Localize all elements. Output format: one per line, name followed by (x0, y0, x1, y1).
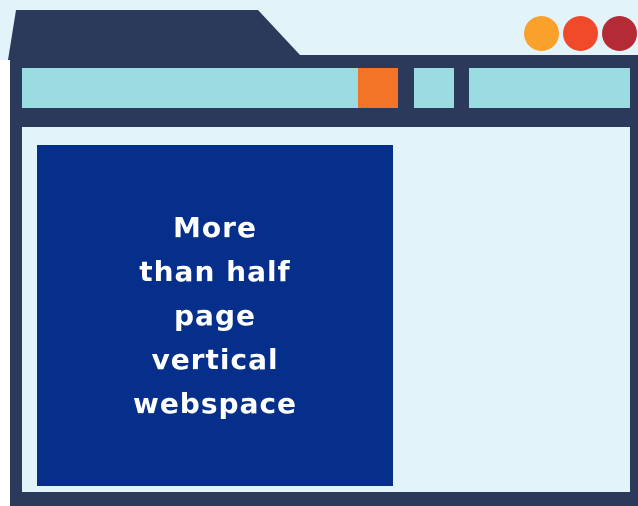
close-circle-icon[interactable] (602, 16, 637, 51)
browser-tab[interactable] (8, 10, 308, 60)
toolbar-accent-button[interactable] (358, 68, 398, 108)
minimize-circle-icon[interactable] (524, 16, 559, 51)
maximize-circle-icon[interactable] (563, 16, 598, 51)
toolbar-button[interactable] (414, 68, 454, 108)
vertical-ad-block[interactable]: More than half page vertical webspace (37, 145, 393, 486)
address-bar[interactable] (22, 68, 358, 108)
search-bar[interactable] (469, 68, 630, 108)
ad-label: More than half page vertical webspace (132, 210, 298, 420)
